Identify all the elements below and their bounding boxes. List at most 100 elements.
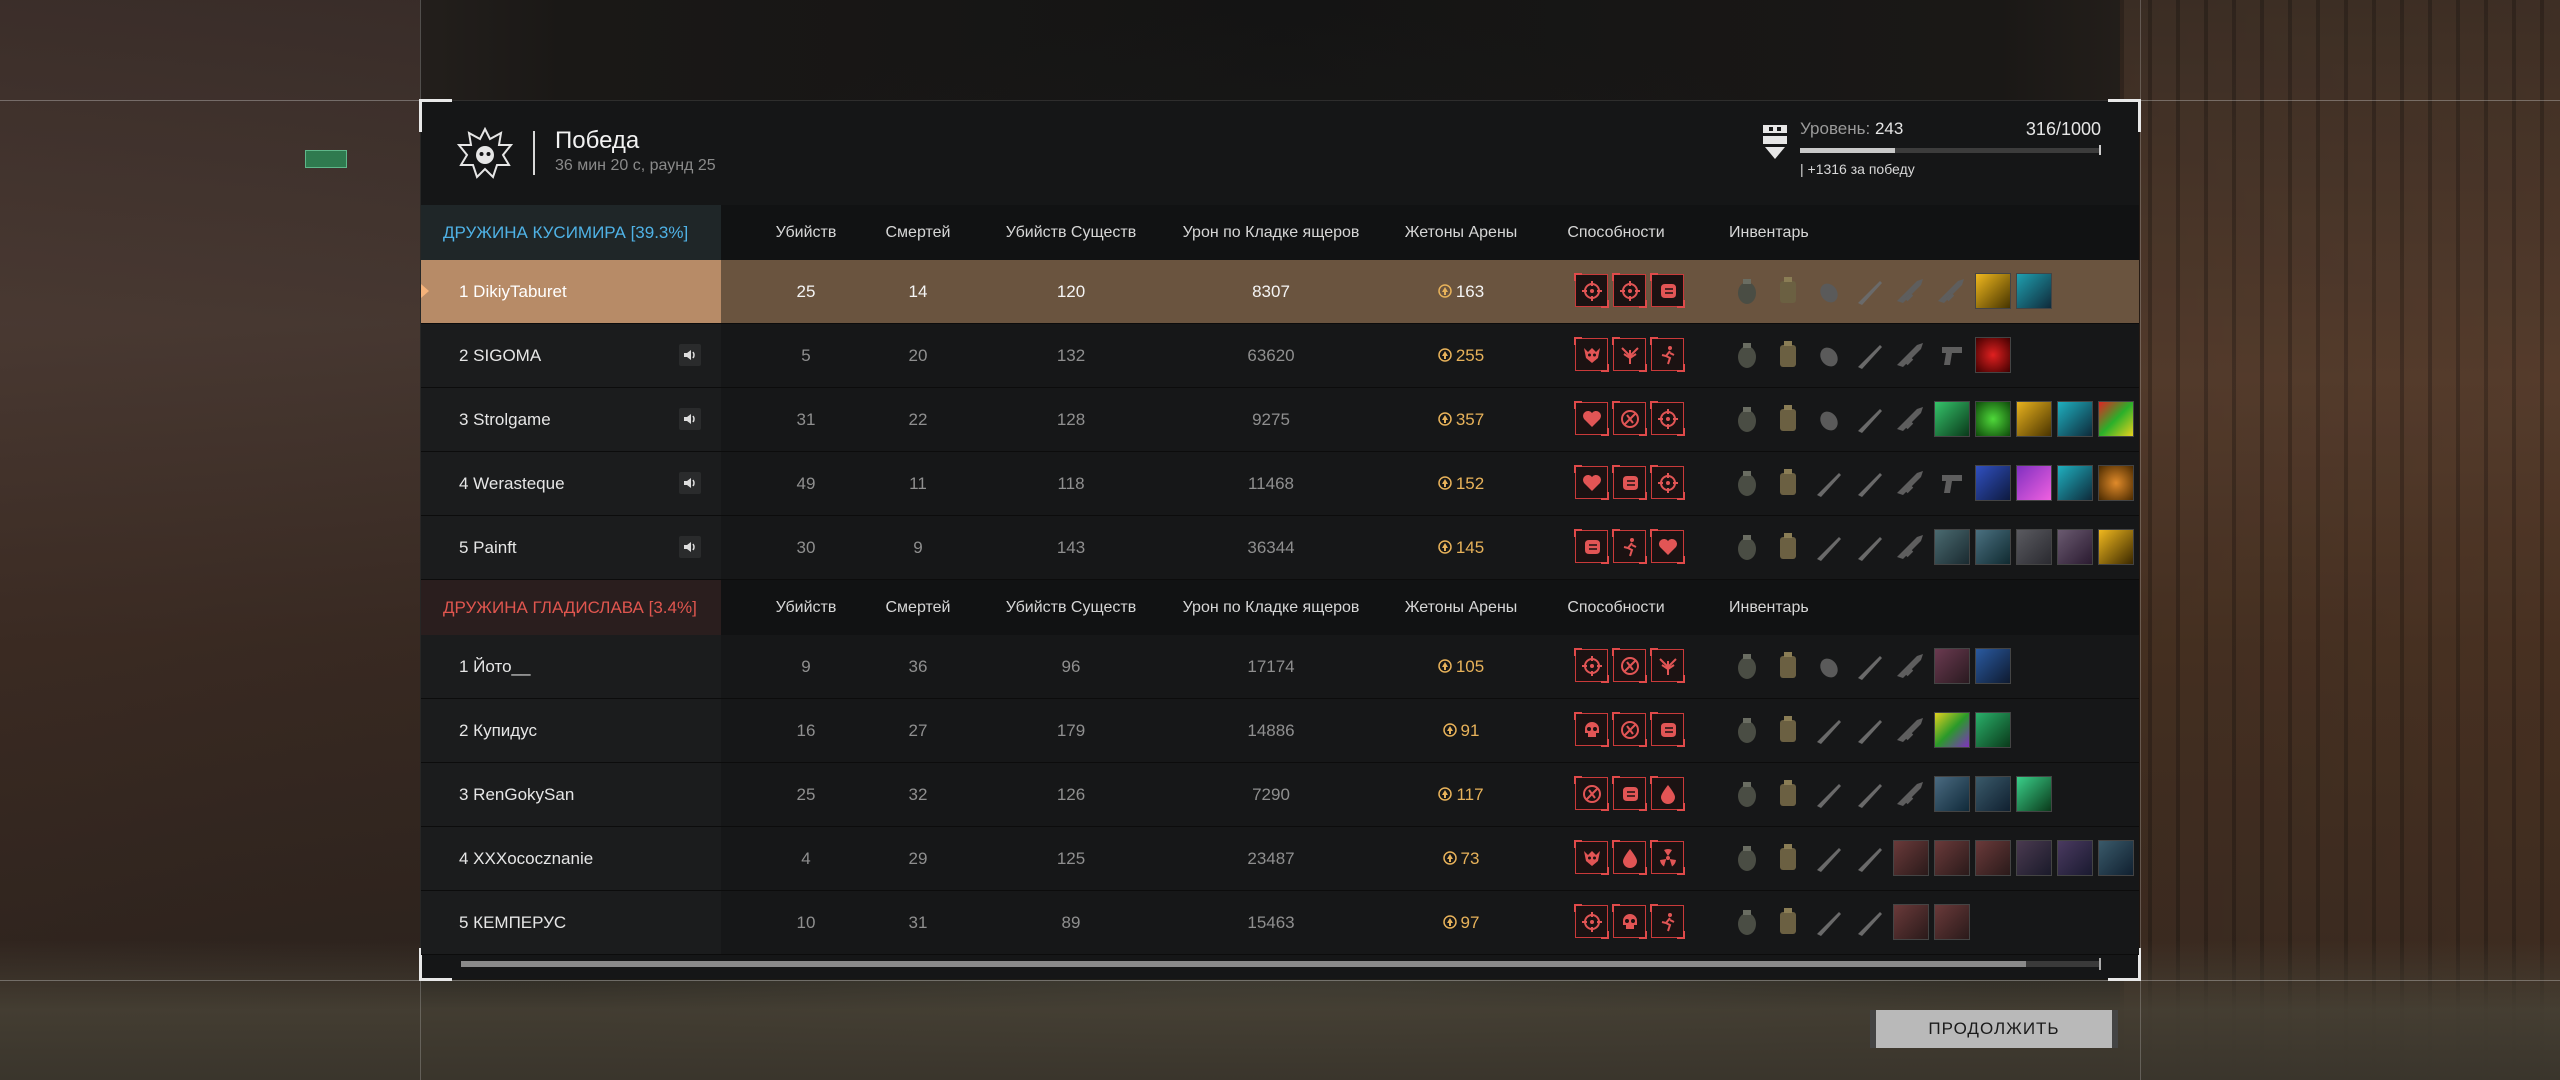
player-row[interactable]: 5 КЕМПЕРУС 10 31 89 15463 97 [421,891,2139,955]
speaker-icon[interactable] [679,408,701,430]
ability-runner-icon[interactable] [1650,337,1685,372]
inventory-knife-icon[interactable] [1811,712,1847,748]
inventory-mine-icon[interactable] [1811,273,1847,309]
inventory-flask-icon[interactable] [1770,776,1806,812]
inventory-knife-icon[interactable] [1852,401,1888,437]
ability-fist-icon[interactable] [1574,529,1609,564]
player-row[interactable]: 2 SIGOMA 5 20 132 63620 255 [421,324,2139,388]
speaker-icon[interactable] [679,472,701,494]
inventory-rifle-icon[interactable] [1893,401,1929,437]
ability-drop-icon[interactable] [1612,840,1647,875]
inventory-flask-icon[interactable] [1770,712,1806,748]
inventory-rifle-icon[interactable] [1893,529,1929,565]
player-row[interactable]: 3 Strolgame 31 22 128 9275 357 [421,388,2139,452]
inventory-flask-icon[interactable] [1770,401,1806,437]
ability-fist-icon[interactable] [1650,712,1685,747]
player-row[interactable]: 4 Werasteque 49 11 118 11468 152 [421,452,2139,516]
inventory-knife-icon[interactable] [1852,337,1888,373]
inventory-mine-icon[interactable] [1811,401,1847,437]
inventory-grenade-icon[interactable] [1729,648,1765,684]
ability-fist-icon[interactable] [1612,776,1647,811]
inventory-knife-icon[interactable] [1811,465,1847,501]
player-name[interactable]: 2 SIGOMA [421,324,721,387]
ability-beast-icon[interactable] [1574,337,1609,372]
inventory-knife-icon[interactable] [1811,529,1847,565]
ability-beast-icon[interactable] [1574,840,1609,875]
ability-crosshair-icon[interactable] [1612,273,1647,308]
inventory-flask-icon[interactable] [1770,648,1806,684]
inventory-flask-icon[interactable] [1770,529,1806,565]
speaker-icon[interactable] [679,344,701,366]
inventory-knife-icon[interactable] [1852,776,1888,812]
ability-crosshair-icon[interactable] [1650,465,1685,500]
inventory-rifle-icon[interactable] [1893,712,1929,748]
ability-runner-icon[interactable] [1612,529,1647,564]
ability-drop-icon[interactable] [1650,776,1685,811]
inventory-rifle-icon[interactable] [1893,337,1929,373]
inventory-grenade-icon[interactable] [1729,529,1765,565]
inventory-rifle-icon[interactable] [1893,648,1929,684]
ability-noentry-icon[interactable] [1612,712,1647,747]
ability-noentry-icon[interactable] [1612,648,1647,683]
player-name[interactable]: 2 Купидус [421,699,721,762]
inventory-grenade-icon[interactable] [1729,273,1765,309]
player-row[interactable]: 1 DikiyTaburet 25 14 120 8307 163 [421,260,2139,324]
player-row[interactable]: 3 RenGokySan 25 32 126 7290 117 [421,763,2139,827]
inventory-grenade-icon[interactable] [1729,712,1765,748]
ability-noentry-icon[interactable] [1574,776,1609,811]
inventory-knife-icon[interactable] [1852,712,1888,748]
inventory-knife-icon[interactable] [1852,529,1888,565]
player-name[interactable]: 3 RenGokySan [421,763,721,826]
ability-heartpunch-icon[interactable] [1650,529,1685,564]
player-name[interactable]: 5 КЕМПЕРУС [421,891,721,954]
inventory-knife-icon[interactable] [1852,648,1888,684]
inventory-knife-icon[interactable] [1811,840,1847,876]
inventory-grenade-icon[interactable] [1729,465,1765,501]
player-name[interactable]: 5 Painft [421,516,721,579]
ability-runner-icon[interactable] [1650,904,1685,939]
inventory-knife-icon[interactable] [1811,904,1847,940]
ability-fist-icon[interactable] [1650,273,1685,308]
inventory-rifle-icon[interactable] [1893,776,1929,812]
player-name[interactable]: 3 Strolgame [421,388,721,451]
ability-noentry-icon[interactable] [1612,401,1647,436]
speaker-icon[interactable] [679,536,701,558]
ability-crosshair-icon[interactable] [1574,648,1609,683]
scrollbar-thumb[interactable] [461,961,2026,967]
inventory-grenade-icon[interactable] [1729,401,1765,437]
inventory-rifle-icon[interactable] [1893,465,1929,501]
inventory-rifle-icon[interactable] [1934,273,1970,309]
player-row[interactable]: 1 Йото__ 9 36 96 17174 105 [421,635,2139,699]
inventory-rifle-icon[interactable] [1893,273,1929,309]
horizontal-scrollbar[interactable] [461,958,2101,970]
inventory-flask-icon[interactable] [1770,904,1806,940]
ability-radiation-icon[interactable] [1650,840,1685,875]
ability-crosshair-icon[interactable] [1574,273,1609,308]
inventory-grenade-icon[interactable] [1729,840,1765,876]
ability-crosshair-icon[interactable] [1650,401,1685,436]
player-row[interactable]: 2 Купидус 16 27 179 14886 91 [421,699,2139,763]
continue-button[interactable]: ПРОДОЛЖИТЬ [1870,1010,2118,1048]
player-name[interactable]: 1 DikiyTaburet [421,260,721,323]
inventory-flask-icon[interactable] [1770,337,1806,373]
ability-skull-icon[interactable] [1612,904,1647,939]
inventory-grenade-icon[interactable] [1729,776,1765,812]
ability-wings-icon[interactable] [1612,337,1647,372]
ability-heartpunch-icon[interactable] [1574,401,1609,436]
player-name[interactable]: 4 Werasteque [421,452,721,515]
player-name[interactable]: 1 Йото__ [421,635,721,698]
inventory-mine-icon[interactable] [1811,648,1847,684]
inventory-grenade-icon[interactable] [1729,904,1765,940]
inventory-flask-icon[interactable] [1770,273,1806,309]
inventory-flask-icon[interactable] [1770,840,1806,876]
inventory-knife-icon[interactable] [1852,465,1888,501]
inventory-pistol-icon[interactable] [1934,465,1970,501]
ability-wings-icon[interactable] [1650,648,1685,683]
ability-skull-icon[interactable] [1574,712,1609,747]
player-row[interactable]: 5 Painft 30 9 143 36344 145 [421,516,2139,580]
inventory-knife-icon[interactable] [1852,273,1888,309]
player-row[interactable]: 4 XXXococznanie 4 29 125 23487 73 [421,827,2139,891]
inventory-knife-icon[interactable] [1852,840,1888,876]
player-name[interactable]: 4 XXXococznanie [421,827,721,890]
inventory-grenade-icon[interactable] [1729,337,1765,373]
